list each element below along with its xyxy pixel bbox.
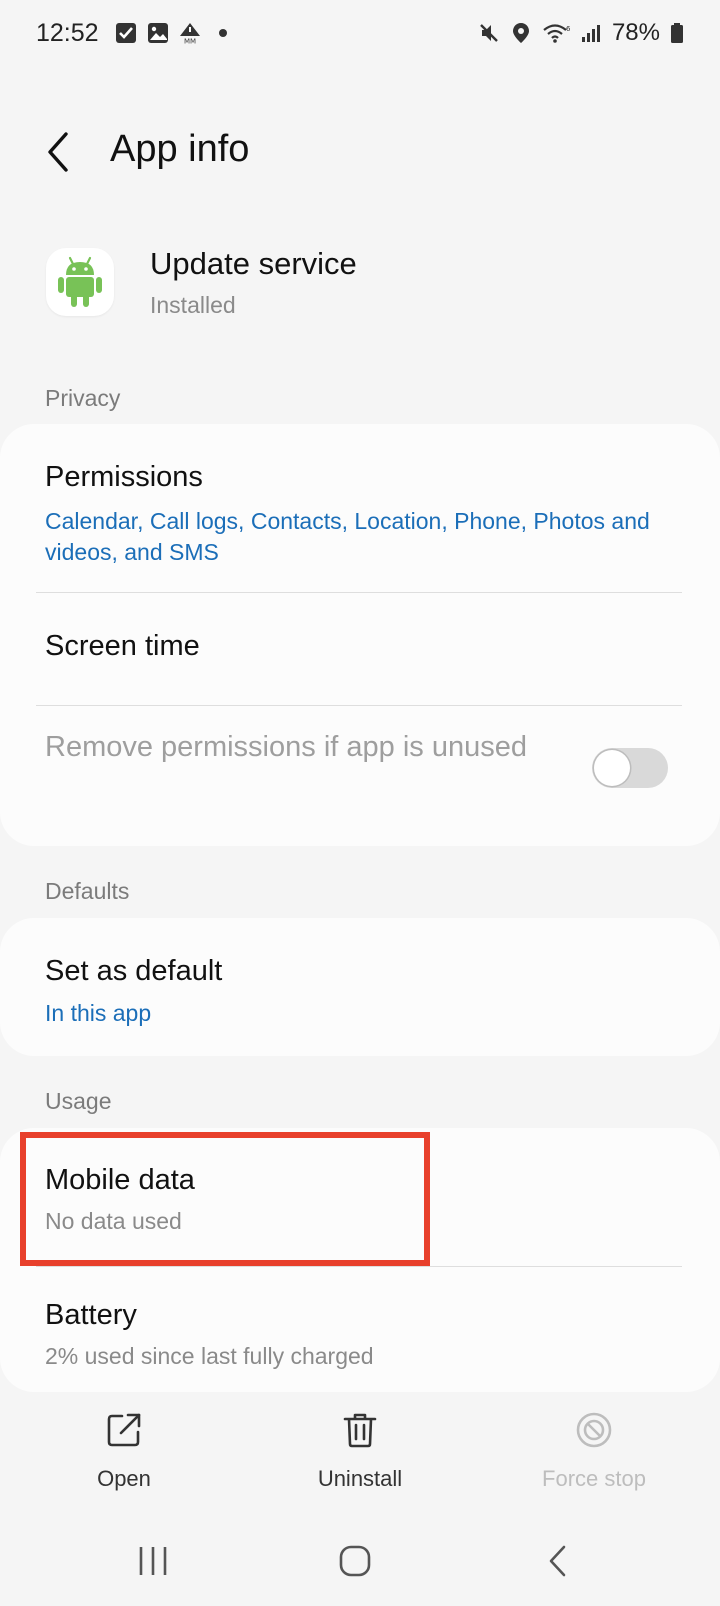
remove-permissions-title: Remove permissions if app is unused: [45, 731, 527, 763]
chevron-left-icon: [48, 132, 68, 172]
mm-alert-icon: MM: [179, 23, 200, 45]
svg-text:MM: MM: [184, 38, 196, 45]
permissions-title: Permissions: [45, 461, 203, 493]
battery-icon: [671, 23, 683, 43]
section-label-privacy: Privacy: [45, 385, 121, 411]
wifi-icon: 6: [543, 24, 570, 43]
status-bar: 12:52 MM 6 78%: [0, 0, 720, 66]
app-install-status: Installed: [150, 292, 236, 318]
recents-icon: [139, 1547, 167, 1575]
app-name: Update service: [150, 246, 357, 281]
force-stop-icon: [576, 1412, 612, 1448]
dot-icon: [218, 29, 227, 37]
nav-back-button[interactable]: [518, 1536, 598, 1586]
remove-permissions-toggle[interactable]: [592, 748, 668, 788]
remove-permissions-row[interactable]: Remove permissions if app is unused: [0, 706, 720, 846]
checkbox-icon: [115, 23, 136, 43]
app-bar: App info: [0, 112, 720, 192]
battery-row[interactable]: Battery 2% used since last fully charged: [0, 1267, 720, 1392]
open-label: Open: [97, 1466, 151, 1491]
screen-time-row[interactable]: Screen time: [0, 593, 720, 705]
highlight-box: [20, 1132, 430, 1266]
section-label-defaults: Defaults: [45, 878, 130, 904]
force-stop-button[interactable]: Force stop: [494, 1396, 694, 1506]
bottom-action-bar: Open Uninstall Force stop: [0, 1396, 720, 1506]
screen-time-title: Screen time: [45, 630, 200, 662]
battery-percent: 78%: [611, 19, 660, 46]
trash-icon: [343, 1413, 377, 1448]
app-summary: Update service Installed: [0, 236, 720, 336]
back-button[interactable]: [36, 130, 80, 174]
svg-text:6: 6: [566, 25, 570, 33]
status-bar-left: 12:52 MM: [36, 19, 227, 48]
set-as-default-summary: In this app: [45, 1000, 152, 1026]
battery-summary: 2% used since last fully charged: [45, 1343, 374, 1369]
home-button[interactable]: [315, 1536, 395, 1586]
open-button[interactable]: Open: [24, 1396, 224, 1506]
permissions-summary: Calendar, Call logs, Contacts, Location,…: [45, 508, 650, 565]
android-icon: [58, 256, 102, 307]
image-icon: [147, 23, 168, 43]
set-as-default-title: Set as default: [45, 955, 223, 987]
force-stop-label: Force stop: [542, 1466, 646, 1491]
back-icon: [549, 1545, 566, 1577]
open-external-icon: [107, 1413, 141, 1447]
app-icon: [46, 248, 114, 316]
status-time: 12:52: [36, 18, 99, 47]
privacy-card: Permissions Calendar, Call logs, Contact…: [0, 424, 720, 846]
defaults-card: Set as default In this app: [0, 918, 720, 1056]
signal-icon: [581, 25, 600, 42]
toggle-knob: [594, 750, 630, 786]
mute-icon: [480, 24, 498, 42]
uninstall-label: Uninstall: [317, 1466, 403, 1491]
section-label-usage: Usage: [45, 1088, 112, 1114]
battery-title: Battery: [45, 1299, 137, 1331]
recents-button[interactable]: [113, 1536, 193, 1586]
permissions-row[interactable]: Permissions Calendar, Call logs, Contact…: [0, 424, 720, 592]
location-icon: [512, 23, 529, 43]
page-title: App info: [110, 128, 250, 170]
system-nav-bar: [0, 1526, 720, 1606]
uninstall-button[interactable]: Uninstall: [260, 1396, 460, 1506]
status-bar-right: 6 78%: [478, 19, 684, 47]
home-icon: [339, 1545, 371, 1577]
set-as-default-row[interactable]: Set as default In this app: [0, 918, 720, 1056]
